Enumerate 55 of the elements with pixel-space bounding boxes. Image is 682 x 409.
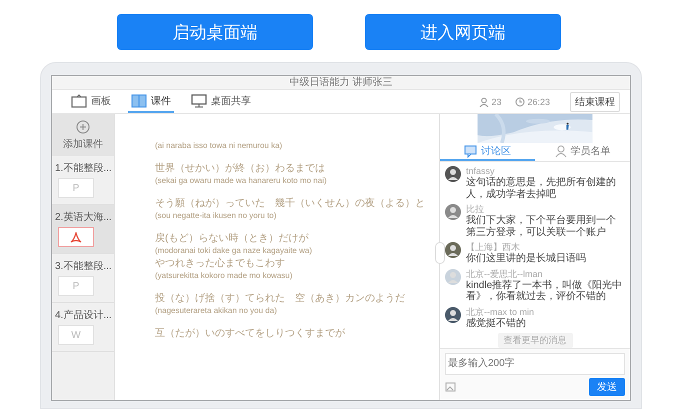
launch-button[interactable]: 进入网页端 bbox=[365, 14, 561, 50]
user-name: 比拉 bbox=[466, 204, 485, 214]
launch-button[interactable]: 启动桌面端 bbox=[117, 14, 313, 50]
file-thumbnail: P bbox=[58, 276, 94, 296]
romaji-line: (nagesuterareta akikan no you da) bbox=[155, 305, 278, 317]
avatar bbox=[445, 166, 461, 182]
user-name: tnfassy bbox=[466, 166, 496, 176]
message-text: 这句话的意思是，先把所有创建的人，成功学者去掉吧 bbox=[466, 177, 617, 200]
toolbar-tab[interactable]: 课件 bbox=[128, 90, 174, 113]
romaji-line: (sekai ga owaru made wa hanareru koto mo nai) bbox=[155, 175, 328, 187]
avatar bbox=[445, 204, 461, 220]
image-icon bbox=[445, 382, 456, 392]
user-name: 北京--爱思北--lman bbox=[466, 268, 544, 278]
toolbar-tab[interactable]: 画板 bbox=[68, 90, 114, 113]
clock-icon bbox=[515, 96, 526, 106]
person-icon bbox=[554, 144, 566, 158]
add-file-button[interactable]: 添加课件 bbox=[52, 114, 114, 156]
message-text: 感觉挺不错的 bbox=[466, 318, 527, 329]
monitor-icon bbox=[191, 94, 207, 108]
romaji-line: (modoranai toki dake ga naze kagayaite wa) bbox=[155, 245, 313, 257]
message-text: 我们下大家，下个平台要用到一个第三方登录，可以关联一个账户 bbox=[466, 215, 617, 238]
person-icon bbox=[479, 96, 490, 106]
lyric-line: 投（な）げ捨（す）てられた 空（あき）カンのようだ bbox=[155, 292, 406, 305]
file-item[interactable]: 2.英语大海... bbox=[52, 205, 114, 254]
lyric-line: そう願（ねが）っていた 幾千（いくせん）の夜（よる）と bbox=[155, 197, 426, 210]
message-text: 你们这里讲的是长城日语吗 bbox=[466, 253, 586, 264]
panel-tab[interactable]: 学员名单 bbox=[535, 143, 630, 161]
lyric-line: 世界（せかい）が終（お）わるまでは bbox=[155, 162, 326, 175]
pdf-icon bbox=[70, 232, 82, 242]
avatar bbox=[445, 242, 461, 258]
chat-icon bbox=[464, 144, 477, 158]
lyric-line: 戻(もど）らない時（とき）だけが bbox=[155, 232, 310, 245]
avatar bbox=[445, 306, 461, 322]
book-icon bbox=[131, 94, 147, 108]
romaji-line: (sou negatte-ita ikusen no yoru to) bbox=[155, 210, 278, 222]
lyric-line: 互（たが）いのすべてをしりつくすまでが bbox=[155, 327, 346, 340]
avatar bbox=[445, 268, 461, 284]
panel-handle[interactable] bbox=[435, 242, 445, 264]
message-text: kindle推荐了一本书，叫做《阳光中看》，你看就过去，评价不错的 bbox=[466, 280, 624, 302]
timer-text: 26:23 bbox=[527, 96, 550, 106]
message-input[interactable]: 最多输入200字 bbox=[445, 353, 625, 375]
romaji-line: (yatsurekitta kokoro made mo kowasu) bbox=[155, 270, 294, 282]
file-thumbnail: P bbox=[58, 178, 94, 198]
user-name: 北京--max to min bbox=[466, 306, 534, 316]
end-class-button[interactable]: 结束课程 bbox=[570, 92, 620, 112]
user-name: 【上海】西木 bbox=[466, 242, 521, 252]
toolbar-tab[interactable]: 桌面共享 bbox=[188, 90, 254, 113]
romaji-line: (ai naraba isso towa ni nemurou ka) bbox=[155, 140, 284, 152]
lyric-line: やつれきった心までもこわす bbox=[155, 257, 286, 270]
plus-icon bbox=[76, 120, 90, 134]
board-icon bbox=[71, 94, 87, 108]
panel-tab[interactable]: 讨论区 bbox=[440, 143, 535, 161]
file-thumbnail: W bbox=[58, 325, 94, 345]
count-text: 23 bbox=[491, 96, 502, 106]
send-button[interactable]: 发送 bbox=[589, 378, 625, 396]
